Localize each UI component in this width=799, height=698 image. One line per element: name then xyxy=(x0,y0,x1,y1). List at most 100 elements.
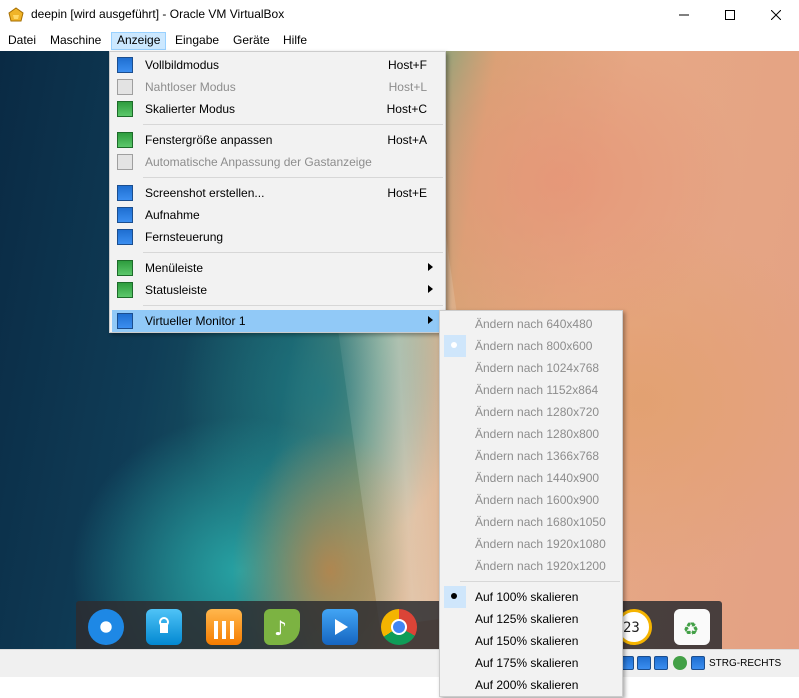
menubar-icon xyxy=(117,260,133,276)
screenshot-icon xyxy=(117,185,133,201)
menu-item-automatische-anpassung[interactable]: Automatische Anpassung der Gastanzeige xyxy=(112,151,443,173)
virtual-monitor-submenu: Ändern nach 640x480 Ändern nach 800x600 … xyxy=(439,310,623,697)
network-status-icon[interactable] xyxy=(673,656,687,670)
svg-text:♪: ♪ xyxy=(274,616,287,640)
menu-item-nahtloser-modus[interactable]: Nahtloser Modus Host+L xyxy=(112,76,443,98)
menu-item-label: Fenstergröße anpassen xyxy=(145,133,273,147)
resolution-label: Ändern nach 1366x768 xyxy=(475,449,600,463)
menu-item-aufnahme[interactable]: Aufnahme xyxy=(112,204,443,226)
menu-bar: Datei Maschine Anzeige Eingabe Geräte Hi… xyxy=(0,30,799,51)
play-icon xyxy=(335,619,348,635)
resolution-1680x1050[interactable]: Ändern nach 1680x1050 xyxy=(442,511,622,533)
note-icon: ♪ xyxy=(274,616,287,640)
menu-item-statusleiste[interactable]: Statusleiste xyxy=(112,279,443,301)
scale-175[interactable]: Auf 175% skalieren xyxy=(442,652,622,674)
resolution-1280x800[interactable]: Ändern nach 1280x800 xyxy=(442,423,622,445)
menu-geraete[interactable]: Geräte xyxy=(228,32,275,50)
chrome-icon[interactable] xyxy=(381,609,417,645)
menu-item-vollbildmodus[interactable]: Vollbildmodus Host+F xyxy=(112,54,443,76)
resolution-1280x720[interactable]: Ändern nach 1280x720 xyxy=(442,401,622,423)
menu-item-skalierter-modus[interactable]: Skalierter Modus Host+C xyxy=(112,98,443,120)
menu-anzeige[interactable]: Anzeige xyxy=(111,32,167,50)
menu-datei[interactable]: Datei xyxy=(3,32,41,50)
resolution-label: Ändern nach 800x600 xyxy=(475,339,593,353)
scale-label: Auf 100% skalieren xyxy=(475,590,579,604)
minimize-button[interactable] xyxy=(661,0,707,30)
resolution-1024x768[interactable]: Ändern nach 1024x768 xyxy=(442,357,622,379)
resolution-label: Ändern nach 1280x800 xyxy=(475,427,600,441)
menu-hilfe[interactable]: Hilfe xyxy=(278,32,312,50)
scale-200[interactable]: Auf 200% skalieren xyxy=(442,674,622,696)
close-button[interactable] xyxy=(753,0,799,30)
scale-label: Auf 150% skalieren xyxy=(475,634,579,648)
resolution-1152x864[interactable]: Ändern nach 1152x864 xyxy=(442,379,622,401)
close-icon xyxy=(771,10,781,20)
menu-item-shortcut: Host+E xyxy=(387,186,427,200)
fullscreen-icon xyxy=(117,57,133,73)
menu-item-label: Skalierter Modus xyxy=(145,102,236,116)
trash-icon[interactable]: ♻ xyxy=(674,609,710,645)
resolution-1600x900[interactable]: Ändern nach 1600x900 xyxy=(442,489,622,511)
resolution-1440x900[interactable]: Ändern nach 1440x900 xyxy=(442,467,622,489)
menu-maschine[interactable]: Maschine xyxy=(45,32,106,50)
resolution-1920x1200[interactable]: Ändern nach 1920x1200 xyxy=(442,555,622,577)
maximize-button[interactable] xyxy=(707,0,753,30)
recording-icon xyxy=(117,207,133,223)
resolution-1366x768[interactable]: Ändern nach 1366x768 xyxy=(442,445,622,467)
stripes-icon xyxy=(214,621,234,639)
shop-icon[interactable] xyxy=(206,609,242,645)
resolution-800x600[interactable]: Ändern nach 800x600 xyxy=(442,335,622,357)
menu-item-shortcut: Host+F xyxy=(387,58,427,72)
resolution-label: Ändern nach 1152x864 xyxy=(475,383,599,397)
clock-text: 23 xyxy=(623,620,640,636)
mouse-integration-icon[interactable] xyxy=(691,656,705,670)
menu-item-shortcut: Host+L xyxy=(388,80,427,94)
recycle-icon: ♻ xyxy=(683,619,699,640)
menu-item-fenstergroesse-anpassen[interactable]: Fenstergröße anpassen Host+A xyxy=(112,129,443,151)
menu-item-virtueller-monitor-1[interactable]: Virtueller Monitor 1 xyxy=(112,310,443,332)
menu-item-screenshot[interactable]: Screenshot erstellen... Host+E xyxy=(112,182,443,204)
guest-dock: ♪ 23 ♻ xyxy=(76,601,722,649)
resolution-label: Ändern nach 1680x1050 xyxy=(475,515,606,529)
music-icon[interactable]: ♪ xyxy=(264,609,300,645)
menu-item-label: Vollbildmodus xyxy=(145,58,220,72)
video-icon[interactable] xyxy=(322,609,358,645)
submenu-arrow-icon xyxy=(428,316,433,324)
minimize-icon xyxy=(679,14,689,16)
anzeige-menu: Vollbildmodus Host+F Nahtloser Modus Hos… xyxy=(109,51,446,333)
virtualization-status-icon[interactable] xyxy=(654,656,668,670)
radio-selected-icon xyxy=(451,342,457,348)
resolution-label: Ändern nach 1920x1200 xyxy=(475,559,606,573)
menu-item-shortcut: Host+A xyxy=(387,133,427,147)
resolution-640x480[interactable]: Ändern nach 640x480 xyxy=(442,313,622,335)
menu-item-menueleiste[interactable]: Menüleiste xyxy=(112,257,443,279)
resolution-label: Ändern nach 1920x1080 xyxy=(475,537,606,551)
menu-item-label: Nahtloser Modus xyxy=(145,80,236,94)
menu-item-label: Statusleiste xyxy=(145,283,208,297)
menu-item-label: Screenshot erstellen... xyxy=(145,186,265,200)
maximize-icon xyxy=(725,10,735,20)
menu-eingabe[interactable]: Eingabe xyxy=(170,32,224,50)
menu-separator xyxy=(143,305,443,306)
menu-item-fernsteuerung[interactable]: Fernsteuerung xyxy=(112,226,443,248)
title-bar[interactable]: deepin [wird ausgeführt] - Oracle VM Vir… xyxy=(0,0,799,30)
radio-selected-icon xyxy=(451,593,457,599)
menu-separator xyxy=(460,581,620,582)
app-store-icon[interactable] xyxy=(146,609,182,645)
scale-125[interactable]: Auf 125% skalieren xyxy=(442,608,622,630)
recording-status-icon[interactable] xyxy=(637,656,651,670)
scale-100[interactable]: Auf 100% skalieren xyxy=(442,586,622,608)
menu-item-label: Automatische Anpassung der Gastanzeige xyxy=(145,155,372,169)
menu-item-label: Virtueller Monitor 1 xyxy=(145,314,246,328)
resolution-1920x1080[interactable]: Ändern nach 1920x1080 xyxy=(442,533,622,555)
svg-text:♻: ♻ xyxy=(683,619,699,640)
resolution-label: Ändern nach 640x480 xyxy=(475,317,593,331)
scale-150[interactable]: Auf 150% skalieren xyxy=(442,630,622,652)
deepin-launcher-icon[interactable] xyxy=(88,609,124,645)
auto-resize-icon xyxy=(117,154,133,170)
scale-label: Auf 175% skalieren xyxy=(475,656,579,670)
host-key-indicator: STRG-RECHTS xyxy=(709,658,782,669)
virtual-monitor-icon xyxy=(117,313,133,329)
scaled-icon xyxy=(117,101,133,117)
submenu-arrow-icon xyxy=(428,263,433,271)
